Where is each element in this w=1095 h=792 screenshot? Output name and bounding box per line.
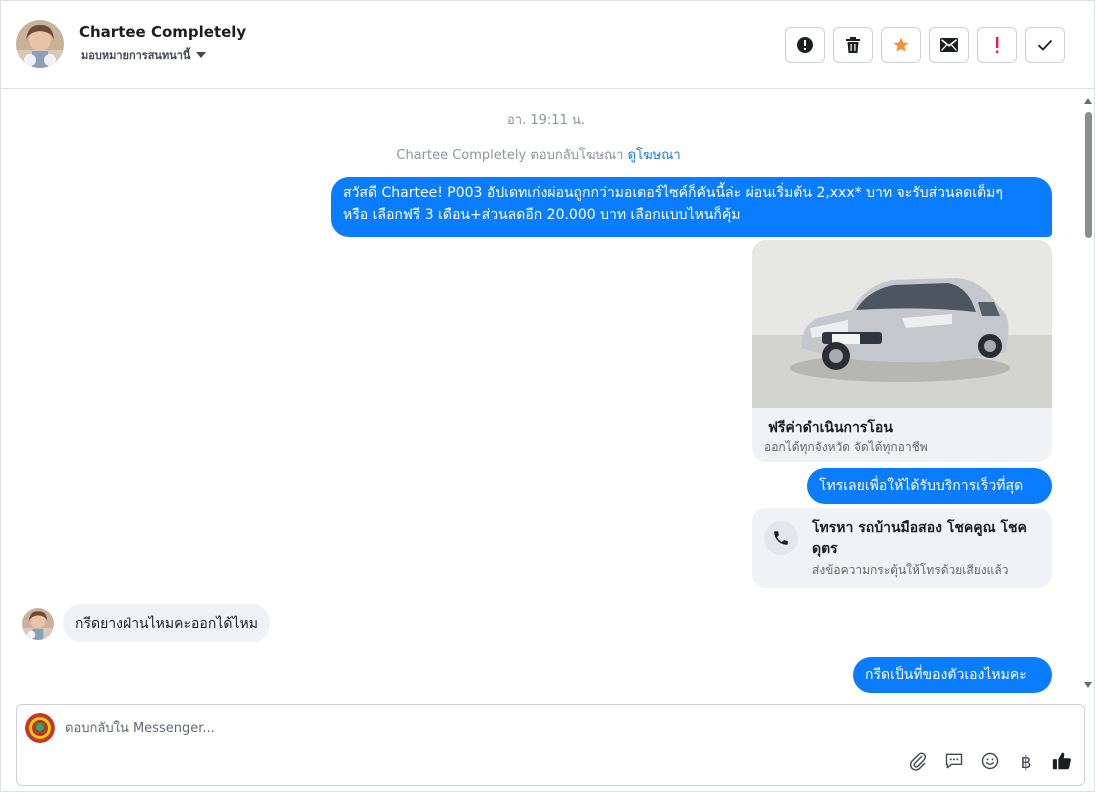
ad-reply-notice: Chartee Completely ตอบกลับโฆษณา ดูโฆษณา bbox=[1, 144, 1076, 165]
conversation-header: Chartee Completely มอบหมายการสนทนานี้ bbox=[1, 1, 1094, 89]
incoming-message[interactable]: กรีดยางฝ่านไหมคะออกได้ไหม bbox=[63, 604, 270, 642]
payment-button[interactable]: ฿ bbox=[1014, 751, 1038, 775]
envelope-icon bbox=[940, 38, 958, 52]
delete-button[interactable] bbox=[833, 27, 873, 63]
scroll-up-icon[interactable] bbox=[1084, 98, 1092, 104]
contact-avatar[interactable] bbox=[16, 20, 64, 68]
caret-down-icon bbox=[196, 52, 207, 58]
message-timestamp: อา. 19:11 น. bbox=[507, 113, 585, 128]
saved-replies-button[interactable] bbox=[942, 751, 966, 775]
conversation-thread[interactable]: อา. 19:11 น. Chartee Completely ตอบกลับโ… bbox=[1, 90, 1094, 700]
ad-card[interactable]: ฟรีค่าดำเนินการโอน ออกได้ทุกจังหวัด จัดไ… bbox=[752, 240, 1052, 462]
mark-done-button[interactable] bbox=[1025, 27, 1065, 63]
saved-reply-icon bbox=[944, 751, 964, 775]
call-card-title: โทรหา รถบ้านมือสอง โชคคูณ โชคดุตร bbox=[812, 520, 1027, 557]
emoji-icon bbox=[980, 751, 1000, 775]
mark-unread-button[interactable] bbox=[929, 27, 969, 63]
conversation-toolbar bbox=[785, 27, 1065, 63]
assign-conversation-dropdown[interactable]: มอบหมายการสนทนานี้ bbox=[81, 46, 207, 64]
ad-reply-text: Chartee Completely ตอบกลับโฆษณา bbox=[396, 148, 624, 163]
call-cta-card[interactable]: โทรหา รถบ้านมือสอง โชคคูณ โชคดุตร ส่งข้อ… bbox=[752, 508, 1052, 588]
message-line: หรือ เลือกฟรี 3 เดือน+ส่วนลดอีก 20.000 บ… bbox=[343, 207, 741, 223]
composer-toolbar: ฿ bbox=[906, 751, 1074, 775]
phone-icon bbox=[764, 521, 798, 555]
outgoing-message[interactable]: โทรเลยเพื่อให้ได้รับบริการเร็วที่สุด bbox=[807, 468, 1052, 504]
star-button[interactable] bbox=[881, 27, 921, 63]
exclamation-icon bbox=[994, 36, 1000, 54]
like-button[interactable] bbox=[1050, 751, 1074, 775]
card-title: ฟรีค่าดำเนินการโอน bbox=[768, 420, 893, 436]
scrollbar-thumb[interactable] bbox=[1085, 112, 1092, 238]
check-icon bbox=[1037, 39, 1053, 51]
paperclip-icon bbox=[908, 751, 928, 775]
follow-up-button[interactable] bbox=[977, 27, 1017, 63]
outgoing-message[interactable]: กรีดเป็นที่ของตัวเองไหมคะ bbox=[853, 657, 1052, 693]
car-image bbox=[752, 240, 1052, 408]
contact-name[interactable]: Chartee Completely bbox=[79, 23, 246, 41]
scroll-down-icon[interactable] bbox=[1084, 682, 1092, 688]
conversation-scrollbar[interactable] bbox=[1082, 92, 1094, 698]
mark-spam-button[interactable] bbox=[785, 27, 825, 63]
star-icon bbox=[892, 36, 910, 54]
card-subtitle: ออกได้ทุกจังหวัด จัดได้ทุกอาชีพ bbox=[764, 440, 928, 454]
sender-avatar bbox=[22, 608, 54, 640]
trash-icon bbox=[845, 36, 861, 54]
thumbs-up-icon bbox=[1051, 750, 1073, 776]
call-card-subtitle: ส่งข้อความกระตุ้นให้โทรด้วยเสียงแล้ว bbox=[812, 563, 1009, 577]
outgoing-message[interactable]: สวัสดี Chartee! P003 อัปเดทเก่งผ่อนถูกกว… bbox=[331, 177, 1052, 237]
emoji-button[interactable] bbox=[978, 751, 1002, 775]
reply-input[interactable] bbox=[65, 718, 865, 738]
assign-label: มอบหมายการสนทนานี้ bbox=[81, 49, 191, 62]
reply-composer: ฿ bbox=[16, 704, 1085, 786]
info-alert-icon bbox=[796, 36, 814, 54]
attach-button[interactable] bbox=[906, 751, 930, 775]
view-ad-link[interactable]: ดูโฆษณา bbox=[628, 148, 681, 163]
baht-icon: ฿ bbox=[1020, 753, 1032, 773]
message-line: สวัสดี Chartee! P003 อัปเดทเก่งผ่อนถูกกว… bbox=[343, 185, 1003, 201]
page-avatar bbox=[25, 713, 55, 743]
